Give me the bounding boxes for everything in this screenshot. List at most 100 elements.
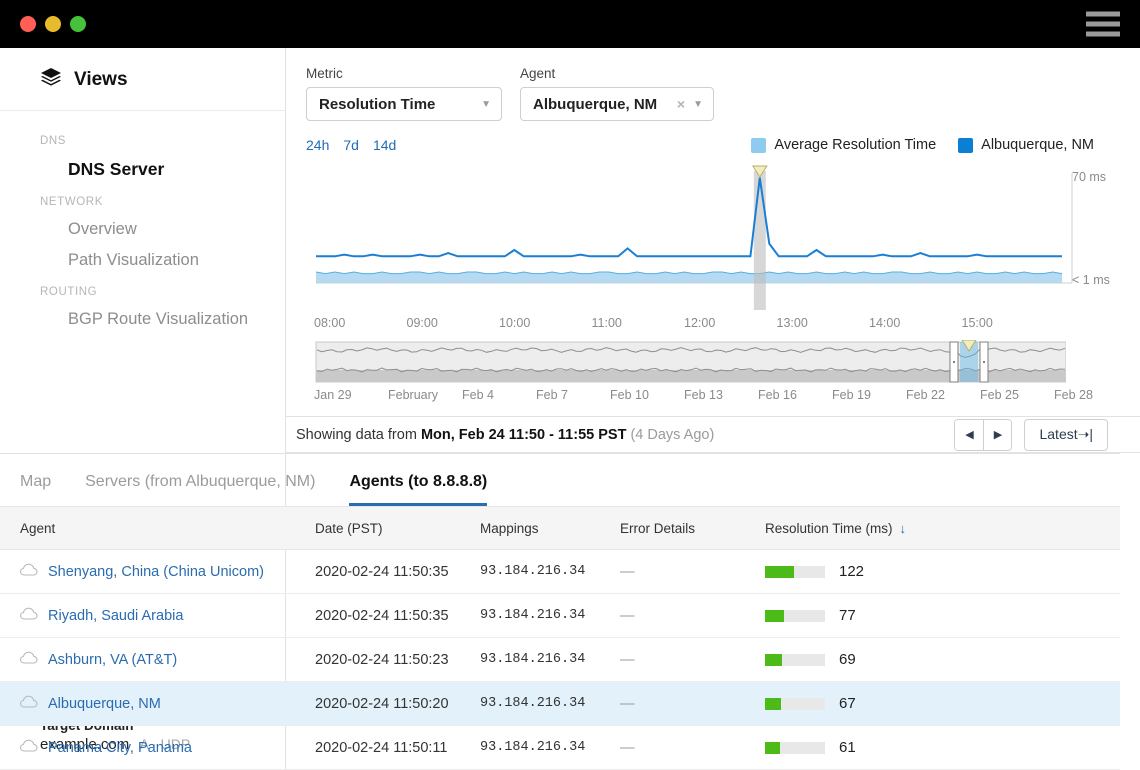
column-header-agent[interactable]: Agent (0, 507, 315, 550)
minimize-button[interactable] (45, 16, 61, 32)
legend-item-average[interactable]: Average Resolution Time (751, 137, 936, 153)
column-header-mappings[interactable]: Mappings (480, 507, 620, 550)
showing-data-text: Showing data from Mon, Feb 24 11:50 - 11… (296, 427, 714, 443)
close-icon[interactable]: × (677, 96, 693, 112)
mini-timeline[interactable] (306, 340, 1130, 386)
sidebar-item-path-visualization[interactable]: Path Visualization (0, 245, 285, 276)
resolution-bar-fill (765, 566, 794, 578)
chart-legend: Average Resolution Time Albuquerque, NM (751, 137, 1094, 153)
range-14d-button[interactable]: 14d (373, 137, 396, 153)
x-axis-tick: 11:00 (592, 316, 622, 330)
resolution-bar-track (765, 742, 825, 754)
tab-map[interactable]: Map (20, 473, 51, 506)
mini-chart-svg (306, 340, 1066, 386)
cell-mappings: 93.184.216.34 (480, 682, 620, 726)
cell-mappings: 93.184.216.34 (480, 726, 620, 770)
cell-error-details: — (620, 682, 765, 726)
prev-button[interactable]: ◀ (955, 420, 983, 450)
tab-agents[interactable]: Agents (to 8.8.8.8) (349, 473, 487, 506)
mini-timeline-tick: Feb 10 (610, 388, 649, 402)
cell-agent: Ashburn, VA (AT&T) (0, 638, 315, 682)
table-row[interactable]: Ashburn, VA (AT&T)2020-02-24 11:50:2393.… (0, 638, 1120, 682)
range-7d-button[interactable]: 7d (343, 137, 359, 153)
table-row[interactable]: Albuquerque, NM 2020-02-24 11:50:2093.184… (0, 682, 1120, 726)
x-axis-tick: 15:00 (962, 316, 993, 330)
agent-link[interactable]: Riyadh, Saudi Arabia (48, 608, 183, 624)
tab-servers[interactable]: Servers (from Albuquerque, NM) (85, 473, 315, 506)
agent-link[interactable]: Shenyang, China (China Unicom) (48, 564, 264, 580)
table-row[interactable]: Riyadh, Saudi Arabia 2020-02-24 11:50:359… (0, 594, 1120, 638)
cell-date: 2020-02-24 11:50:20 (315, 682, 480, 726)
cell-error-details: — (620, 550, 765, 594)
cloud-icon (20, 695, 38, 712)
chart-block: 24h 7d 14d Average Resolution Time Albuq… (286, 131, 1140, 406)
time-nav-buttons: ◀ ▶ Latest➝| (954, 419, 1108, 451)
mini-timeline-tick: Feb 13 (684, 388, 723, 402)
agent-link[interactable]: Albuquerque, NM (48, 696, 161, 712)
chart-svg (306, 165, 1116, 310)
layers-icon (40, 68, 62, 92)
cell-resolution-time: 61 (765, 726, 1120, 770)
chart-header: 24h 7d 14d Average Resolution Time Albuq… (306, 131, 1130, 159)
resolution-bar-fill (765, 698, 781, 710)
next-button[interactable]: ▶ (983, 420, 1011, 450)
column-header-resolution-time[interactable]: Resolution Time (ms) ↓ (765, 507, 1120, 550)
cell-agent: Panama City, Panama (0, 726, 315, 770)
arrow-down-icon: ↓ (900, 521, 907, 536)
mini-timeline-tick: Feb 7 (536, 388, 568, 402)
column-header-resolution-time-label: Resolution Time (ms) (765, 521, 893, 536)
cell-error-details: — (620, 594, 765, 638)
resolution-value: 122 (839, 563, 864, 580)
column-header-error-details[interactable]: Error Details (620, 507, 765, 550)
cell-date: 2020-02-24 11:50:35 (315, 594, 480, 638)
close-button[interactable] (20, 16, 36, 32)
pager: ◀ ▶ (954, 419, 1012, 451)
timeseries-plot[interactable]: 70 ms < 1 ms (306, 165, 1130, 310)
mini-timeline-tick: February (388, 388, 438, 402)
cell-mappings: 93.184.216.34 (480, 594, 620, 638)
table-row[interactable]: Shenyang, China (China Unicom) 2020-02-24… (0, 550, 1120, 594)
agent-value: Albuquerque, NM (533, 96, 657, 113)
x-axis-tick: 13:00 (777, 316, 808, 330)
resolution-bar-track (765, 610, 825, 622)
cell-date: 2020-02-24 11:50:35 (315, 550, 480, 594)
main-pane: Metric Resolution Time ▼ Agent Albuquerq… (286, 48, 1140, 770)
cell-resolution-time: 69 (765, 638, 1120, 682)
hamburger-icon[interactable] (1086, 12, 1120, 37)
sidebar-item-dns-server[interactable]: DNS Server (0, 153, 285, 186)
mini-timeline-tick: Jan 29 (314, 388, 352, 402)
y-axis-max-label: 70 ms (1072, 170, 1106, 184)
agent-link[interactable]: Ashburn, VA (AT&T) (48, 652, 177, 668)
cloud-icon (20, 563, 38, 580)
agent-link[interactable]: Panama City, Panama (48, 740, 192, 756)
mini-timeline-tick: Feb 22 (906, 388, 945, 402)
cell-error-details: — (620, 726, 765, 770)
cell-error-details: — (620, 638, 765, 682)
table-header-row: Agent Date (PST) Mappings Error Details … (0, 507, 1120, 550)
sidebar-item-bgp-route-visualization[interactable]: BGP Route Visualization (0, 304, 285, 335)
latest-button[interactable]: Latest➝| (1024, 419, 1108, 451)
showing-prefix: Showing data from (296, 427, 417, 443)
cloud-icon (20, 651, 38, 668)
agents-table: Agent Date (PST) Mappings Error Details … (0, 506, 1120, 770)
resolution-value: 69 (839, 651, 856, 668)
agent-select[interactable]: Albuquerque, NM × ▼ (520, 87, 714, 121)
views-header: Views (0, 48, 285, 111)
range-24h-button[interactable]: 24h (306, 137, 329, 153)
cloud-icon (20, 739, 38, 756)
table-row[interactable]: Panama City, Panama2020-02-24 11:50:1193… (0, 726, 1120, 770)
legend-label: Albuquerque, NM (981, 137, 1094, 153)
legend-item-agent[interactable]: Albuquerque, NM (958, 137, 1094, 153)
cell-agent: Shenyang, China (China Unicom) (0, 550, 315, 594)
legend-label: Average Resolution Time (774, 137, 936, 153)
cell-agent: Riyadh, Saudi Arabia (0, 594, 315, 638)
cloud-icon (20, 607, 38, 624)
chevron-down-icon: ▼ (481, 99, 491, 110)
maximize-button[interactable] (70, 16, 86, 32)
sidebar-item-overview[interactable]: Overview (0, 214, 285, 245)
window-controls (20, 16, 86, 32)
cell-date: 2020-02-24 11:50:23 (315, 638, 480, 682)
column-header-date[interactable]: Date (PST) (315, 507, 480, 550)
metric-select[interactable]: Resolution Time ▼ (306, 87, 502, 121)
cell-mappings: 93.184.216.34 (480, 550, 620, 594)
